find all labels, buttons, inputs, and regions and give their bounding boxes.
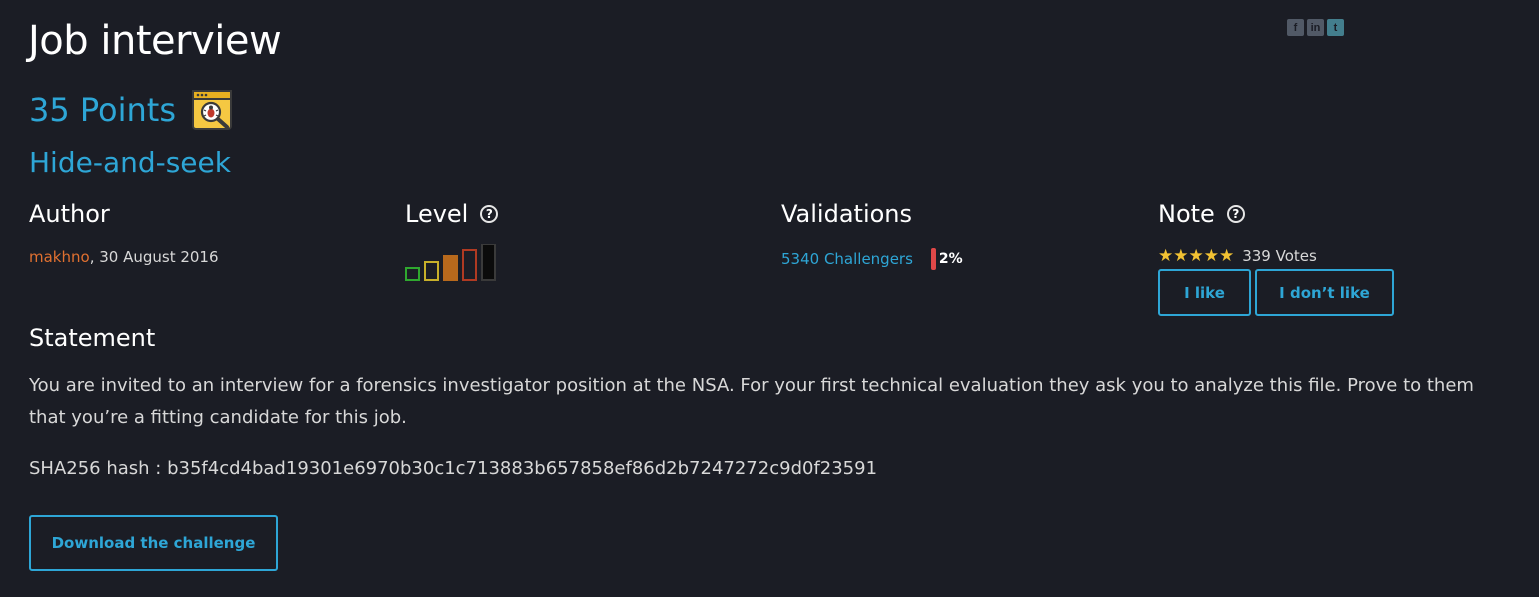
success-rate-bar <box>930 248 936 270</box>
note-heading: Note ? <box>1158 200 1245 228</box>
author-section: Author <box>29 200 110 228</box>
linkedin-icon[interactable]: in <box>1307 19 1324 36</box>
author-heading-label: Author <box>29 200 110 228</box>
twitter-icon[interactable]: t <box>1327 19 1344 36</box>
vote-count: 339 Votes <box>1242 247 1317 265</box>
challengers-link[interactable]: 5340 Challengers <box>781 250 913 268</box>
level-heading: Level ? <box>405 200 499 228</box>
category-link[interactable]: Hide-and-seek <box>29 146 231 179</box>
social-share: f in t <box>1287 19 1344 36</box>
points-value: 35 Points <box>29 91 177 129</box>
star-rating-icon: ★★★★★ <box>1158 246 1235 266</box>
validations-section: Validations <box>781 200 912 228</box>
level-bar-4 <box>462 249 477 281</box>
level-indicator <box>405 244 496 281</box>
note-section: Note ? <box>1158 200 1245 228</box>
statement-text: You are invited to an interview for a fo… <box>29 375 1474 428</box>
bug-search-icon <box>192 90 233 130</box>
level-section: Level ? <box>405 200 499 228</box>
facebook-icon[interactable]: f <box>1287 19 1304 36</box>
author-date: , 30 August 2016 <box>89 248 219 266</box>
author-link[interactable]: makhno <box>29 248 90 266</box>
dislike-button[interactable]: I don’t like <box>1255 269 1394 316</box>
success-rate: 2% <box>938 251 963 267</box>
sha256-hash: SHA256 hash : b35f4cd4bad19301e6970b30c1… <box>29 458 878 479</box>
rating-line: ★★★★★ 339 Votes <box>1158 246 1317 266</box>
level-bar-3 <box>443 255 458 281</box>
like-button[interactable]: I like <box>1158 269 1251 316</box>
statement-heading: Statement <box>29 324 156 352</box>
validations-heading: Validations <box>781 200 912 228</box>
page-title: Job interview <box>28 18 282 64</box>
author-heading: Author <box>29 200 110 228</box>
author-line: makhno, 30 August 2016 <box>29 248 219 266</box>
points-row: 35 Points <box>29 90 233 130</box>
validations-heading-label: Validations <box>781 200 913 228</box>
download-challenge-button[interactable]: Download the challenge <box>29 515 278 571</box>
level-bar-5 <box>481 244 496 281</box>
level-bar-2 <box>424 261 439 281</box>
challenge-page: Job interview f in t 35 Points Hide-and-… <box>0 0 1539 597</box>
level-bar-1 <box>405 267 420 281</box>
note-heading-label: Note <box>1158 200 1215 228</box>
validations-line: 5340 Challengers 2% <box>781 248 963 270</box>
level-help-icon[interactable]: ? <box>480 205 499 223</box>
note-help-icon[interactable]: ? <box>1226 205 1245 223</box>
level-heading-label: Level <box>405 200 469 228</box>
